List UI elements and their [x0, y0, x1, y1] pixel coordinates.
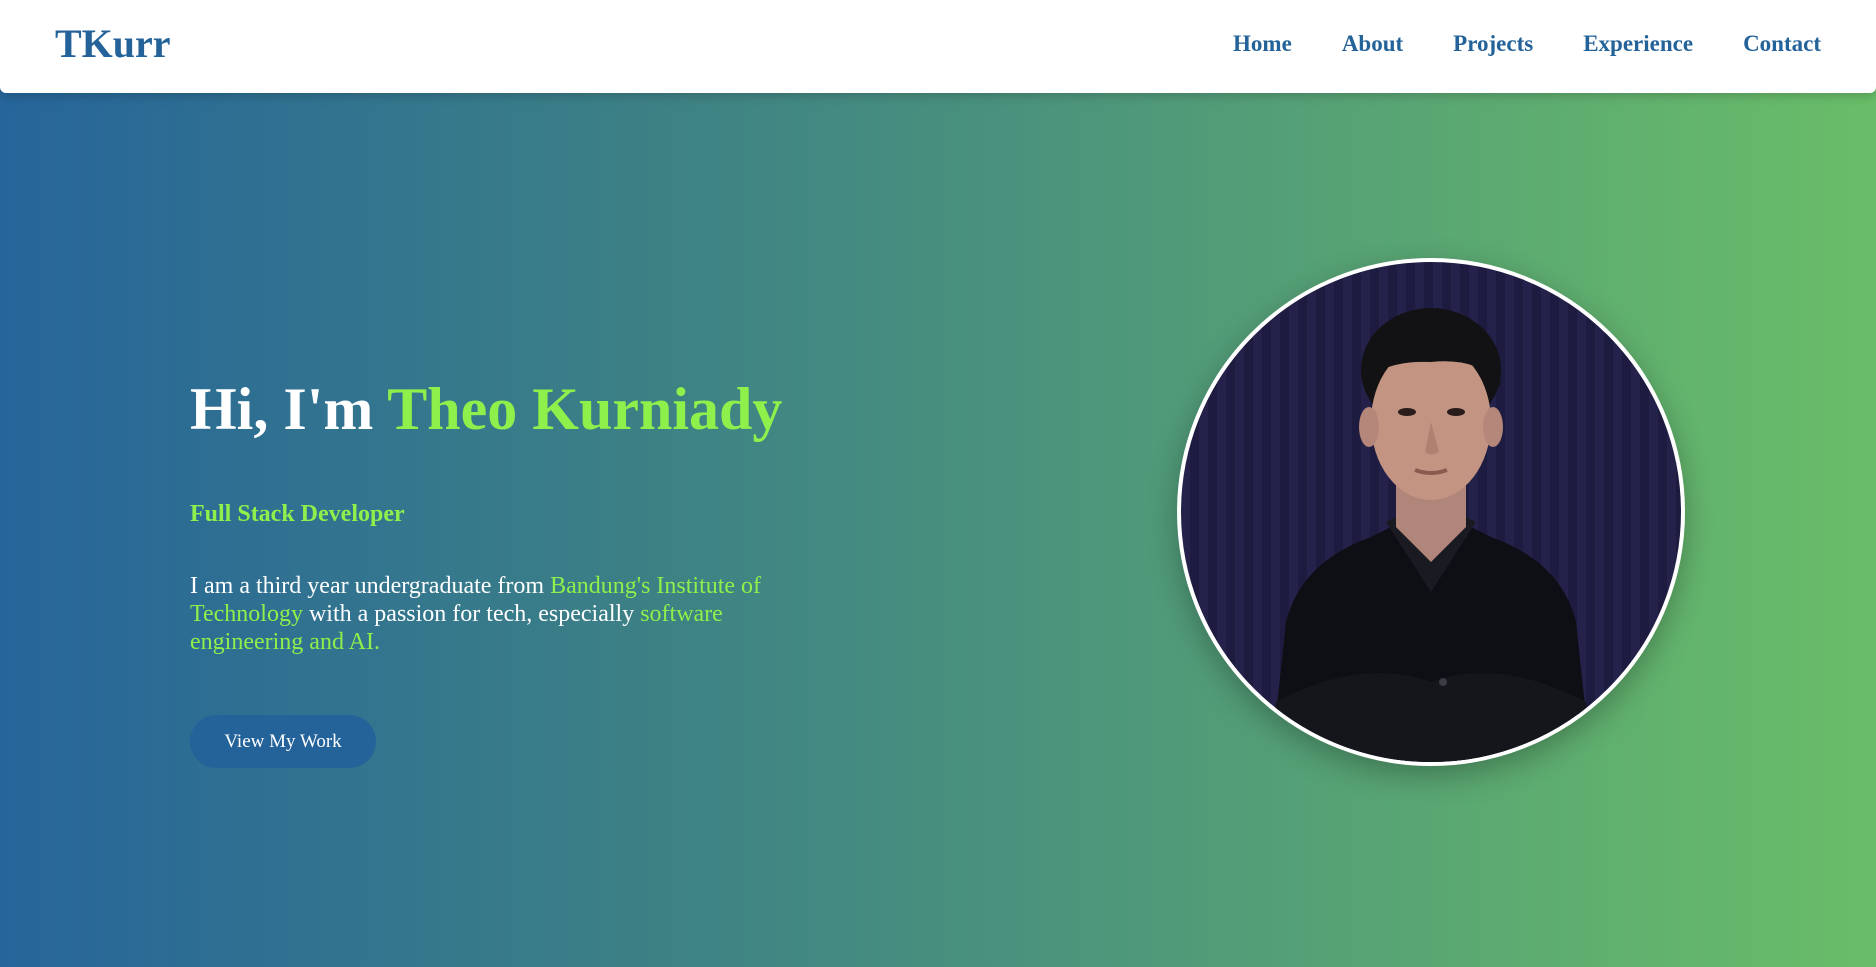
profile-photo: [1177, 258, 1685, 766]
left-ear: [1359, 407, 1379, 447]
right-eye: [1447, 408, 1465, 416]
arms-shape: [1266, 673, 1596, 762]
hero-title: Hi, I'm Theo Kurniady: [190, 375, 790, 443]
hero-desc-part-2: with a passion for tech, especially: [302, 601, 641, 627]
hero-name: Theo Kurniady: [387, 376, 783, 442]
hero-desc-part-1: I am a third year undergraduate from: [190, 573, 551, 599]
left-eye: [1398, 408, 1416, 416]
shirt-button: [1439, 678, 1447, 686]
nav-link-contact[interactable]: Contact: [1743, 30, 1821, 58]
nav-link-experience[interactable]: Experience: [1583, 30, 1693, 58]
nav-link-about[interactable]: About: [1342, 30, 1403, 58]
hero-greeting: Hi, I'm: [190, 376, 388, 442]
nav-link-projects[interactable]: Projects: [1453, 30, 1533, 58]
hero-description: I am a third year undergraduate from Ban…: [190, 572, 790, 656]
view-my-work-button[interactable]: View My Work: [190, 715, 376, 768]
hero-role: Full Stack Developer: [190, 501, 405, 527]
navbar: TKurr Home About Projects Experience Con…: [0, 0, 1876, 93]
nav-link-home[interactable]: Home: [1233, 30, 1292, 58]
nav-links: Home About Projects Experience Contact: [1233, 30, 1821, 58]
site-logo[interactable]: TKurr: [55, 20, 171, 68]
hero-section: Hi, I'm Theo Kurniady Full Stack Develop…: [190, 375, 790, 656]
page: TKurr Home About Projects Experience Con…: [0, 0, 1876, 967]
right-ear: [1483, 407, 1503, 447]
profile-photo-illustration: [1266, 308, 1596, 762]
